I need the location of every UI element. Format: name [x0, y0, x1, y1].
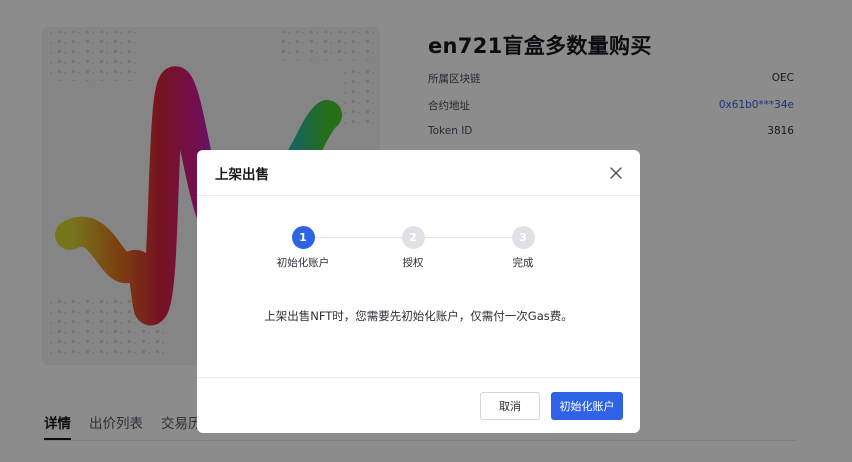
step-number: 2 [401, 226, 425, 249]
initialize-account-button[interactable]: 初始化账户 [551, 392, 623, 420]
step-label: 初始化账户 [276, 257, 330, 269]
step-complete: 3 完成 [493, 226, 553, 270]
step-initialize-account: 1 初始化账户 [273, 226, 333, 270]
cancel-button[interactable]: 取消 [480, 392, 540, 420]
step-number: 1 [291, 226, 315, 249]
step-label: 授权 [402, 257, 424, 269]
close-icon[interactable] [606, 163, 626, 183]
modal-message: 上架出售NFT时，您需要先初始化账户，仅需付一次Gas费。 [264, 309, 573, 323]
modal-footer: 取消 初始化账户 [197, 377, 640, 433]
step-authorize: 2 授权 [383, 226, 443, 270]
progress-steps: 1 初始化账户 2 授权 3 完成 [197, 226, 640, 270]
modal-title: 上架出售 [215, 167, 269, 183]
list-for-sale-modal: 上架出售 1 初始化账户 2 授权 3 完成 上架出售NFT时，您需要先初始化账… [197, 150, 640, 433]
step-label: 完成 [512, 257, 534, 269]
step-number: 3 [511, 226, 535, 249]
modal-header: 上架出售 [197, 150, 640, 196]
